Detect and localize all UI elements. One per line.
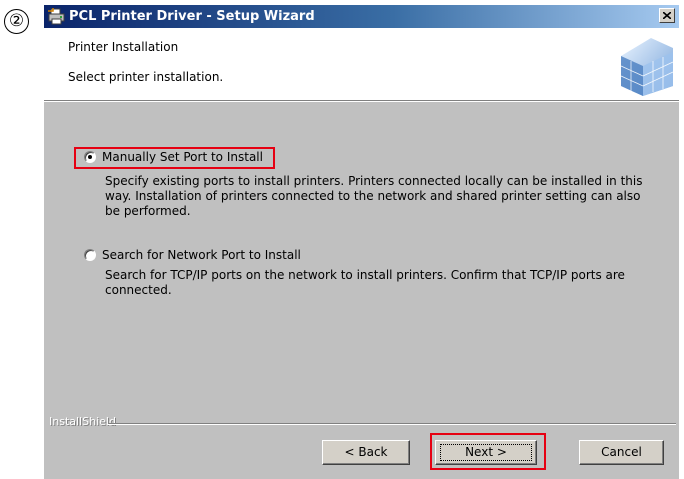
setup-wizard-window: PCL Printer Driver - Setup Wizard Printe… — [44, 5, 679, 479]
network-port-description: Search for TCP/IP ports on the network t… — [105, 268, 625, 297]
manual-port-description: Specify existing ports to install printe… — [105, 174, 643, 218]
page-title: Printer Installation — [68, 40, 179, 54]
setup-wizard-graphic-icon — [611, 30, 675, 96]
network-port-label[interactable]: Search for Network Port to Install — [102, 248, 301, 262]
printer-setup-icon — [48, 8, 65, 25]
step-number-badge: ② — [4, 9, 29, 34]
next-callout-highlight-box — [430, 433, 546, 470]
window-title: PCL Printer Driver - Setup Wizard — [69, 9, 315, 24]
close-icon — [663, 12, 671, 19]
page-subtitle: Select printer installation. — [68, 70, 224, 84]
close-button[interactable] — [659, 8, 675, 23]
installshield-brand: InstallShield — [49, 415, 116, 428]
header-divider — [44, 101, 679, 102]
callout-highlight-box — [74, 147, 275, 169]
network-port-radio[interactable] — [84, 249, 96, 261]
back-button[interactable]: < Back — [322, 440, 410, 465]
wizard-header: Printer Installation Select printer inst… — [44, 28, 679, 101]
title-bar[interactable]: PCL Printer Driver - Setup Wizard — [44, 5, 679, 28]
footer-divider-highlight — [108, 424, 676, 425]
cancel-button[interactable]: Cancel — [579, 440, 664, 465]
